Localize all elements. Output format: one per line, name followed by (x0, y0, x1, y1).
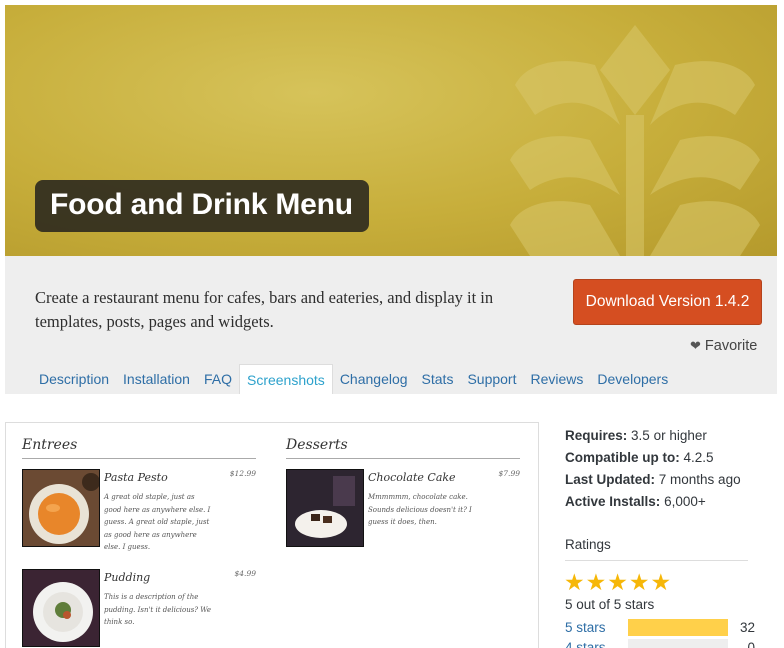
rating-count: 32 (739, 619, 755, 635)
plugin-title: Food and Drink Menu (50, 188, 353, 221)
meta-compatible: Compatible up to: 4.2.5 (565, 450, 714, 465)
plugin-description: Create a restaurant menu for cafes, bars… (35, 288, 494, 331)
meta-requires: Requires: 3.5 or higher (565, 428, 707, 443)
item-description: A great old staple, just as good here as… (104, 493, 211, 551)
meta-last-updated: Last Updated: 7 months ago (565, 472, 741, 487)
tab-support[interactable]: Support (460, 364, 523, 394)
star-icon: ★ (585, 569, 607, 595)
section-title: Desserts (286, 437, 520, 459)
download-button[interactable]: Download Version 1.4.2 (573, 279, 762, 325)
tab-description[interactable]: Description (32, 364, 116, 394)
star-icon: ★ (628, 569, 650, 595)
tab-changelog[interactable]: Changelog (333, 364, 415, 394)
menu-item: Chocolate Cake $7.99 Mmmmmm, chocolate c… (286, 469, 520, 559)
item-description: This is a description of the pudding. Is… (104, 593, 212, 626)
rating-bar (628, 638, 728, 648)
entrees-section: Entrees (22, 437, 256, 459)
item-name: Pasta Pesto (104, 471, 168, 484)
favorite-link[interactable]: ❤ Favorite (690, 338, 757, 354)
rating-label[interactable]: 5 stars (565, 620, 628, 635)
rating-label[interactable]: 4 stars (565, 640, 628, 648)
menu-item: Pasta Pesto $12.99 A great old staple, j… (22, 469, 256, 559)
desserts-section: Desserts (286, 437, 520, 459)
star-icon: ★ (607, 569, 628, 595)
plugin-banner: Food and Drink Menu (5, 5, 777, 256)
tab-stats[interactable]: Stats (415, 364, 461, 394)
food-photo (286, 469, 364, 547)
tab-developers[interactable]: Developers (590, 364, 675, 394)
banner-title-box: Food and Drink Menu (35, 180, 369, 232)
meta-active-installs: Active Installs: 6,000+ (565, 494, 706, 509)
item-price: $12.99 (229, 469, 256, 478)
heart-icon: ❤ (690, 338, 701, 353)
star-icon: ★ (564, 569, 585, 595)
rating-row[interactable]: 4 stars 0 (565, 637, 755, 648)
rating-bar (628, 618, 728, 636)
tab-screenshots[interactable]: Screenshots (238, 364, 333, 394)
food-photo (22, 469, 100, 547)
tab-installation[interactable]: Installation (116, 364, 197, 394)
favorite-label: Favorite (704, 338, 758, 354)
item-price: $7.99 (498, 469, 520, 478)
item-name: Chocolate Cake (368, 471, 456, 484)
rating-summary: 5 out of 5 stars (565, 597, 655, 612)
item-description: Mmmmmm, chocolate cake. Sounds delicious… (368, 493, 472, 526)
item-name: Pudding (104, 571, 151, 584)
tab-reviews[interactable]: Reviews (524, 364, 591, 394)
ratings-title: Ratings (565, 537, 748, 561)
wheat-icon (510, 25, 760, 256)
item-price: $4.99 (234, 569, 256, 578)
rating-count: 0 (747, 639, 755, 648)
plugin-meta: Requires: 3.5 or higher Compatible up to… (565, 425, 741, 513)
screenshot-image[interactable]: Entrees Pasta Pesto $12.99 A great old s… (5, 422, 539, 648)
plugin-header: Create a restaurant menu for cafes, bars… (5, 256, 777, 394)
section-title: Entrees (22, 437, 256, 459)
plugin-tabs: Description Installation FAQ Screenshots… (32, 364, 675, 394)
food-photo (22, 569, 100, 647)
tab-faq[interactable]: FAQ (197, 364, 239, 394)
rating-row[interactable]: 5 stars 32 (565, 617, 755, 637)
menu-item: Pudding $4.99 This is a description of t… (22, 569, 256, 648)
star-icon: ★ (650, 569, 672, 595)
star-rating: ★ ★ ★ ★ ★ (564, 570, 671, 594)
